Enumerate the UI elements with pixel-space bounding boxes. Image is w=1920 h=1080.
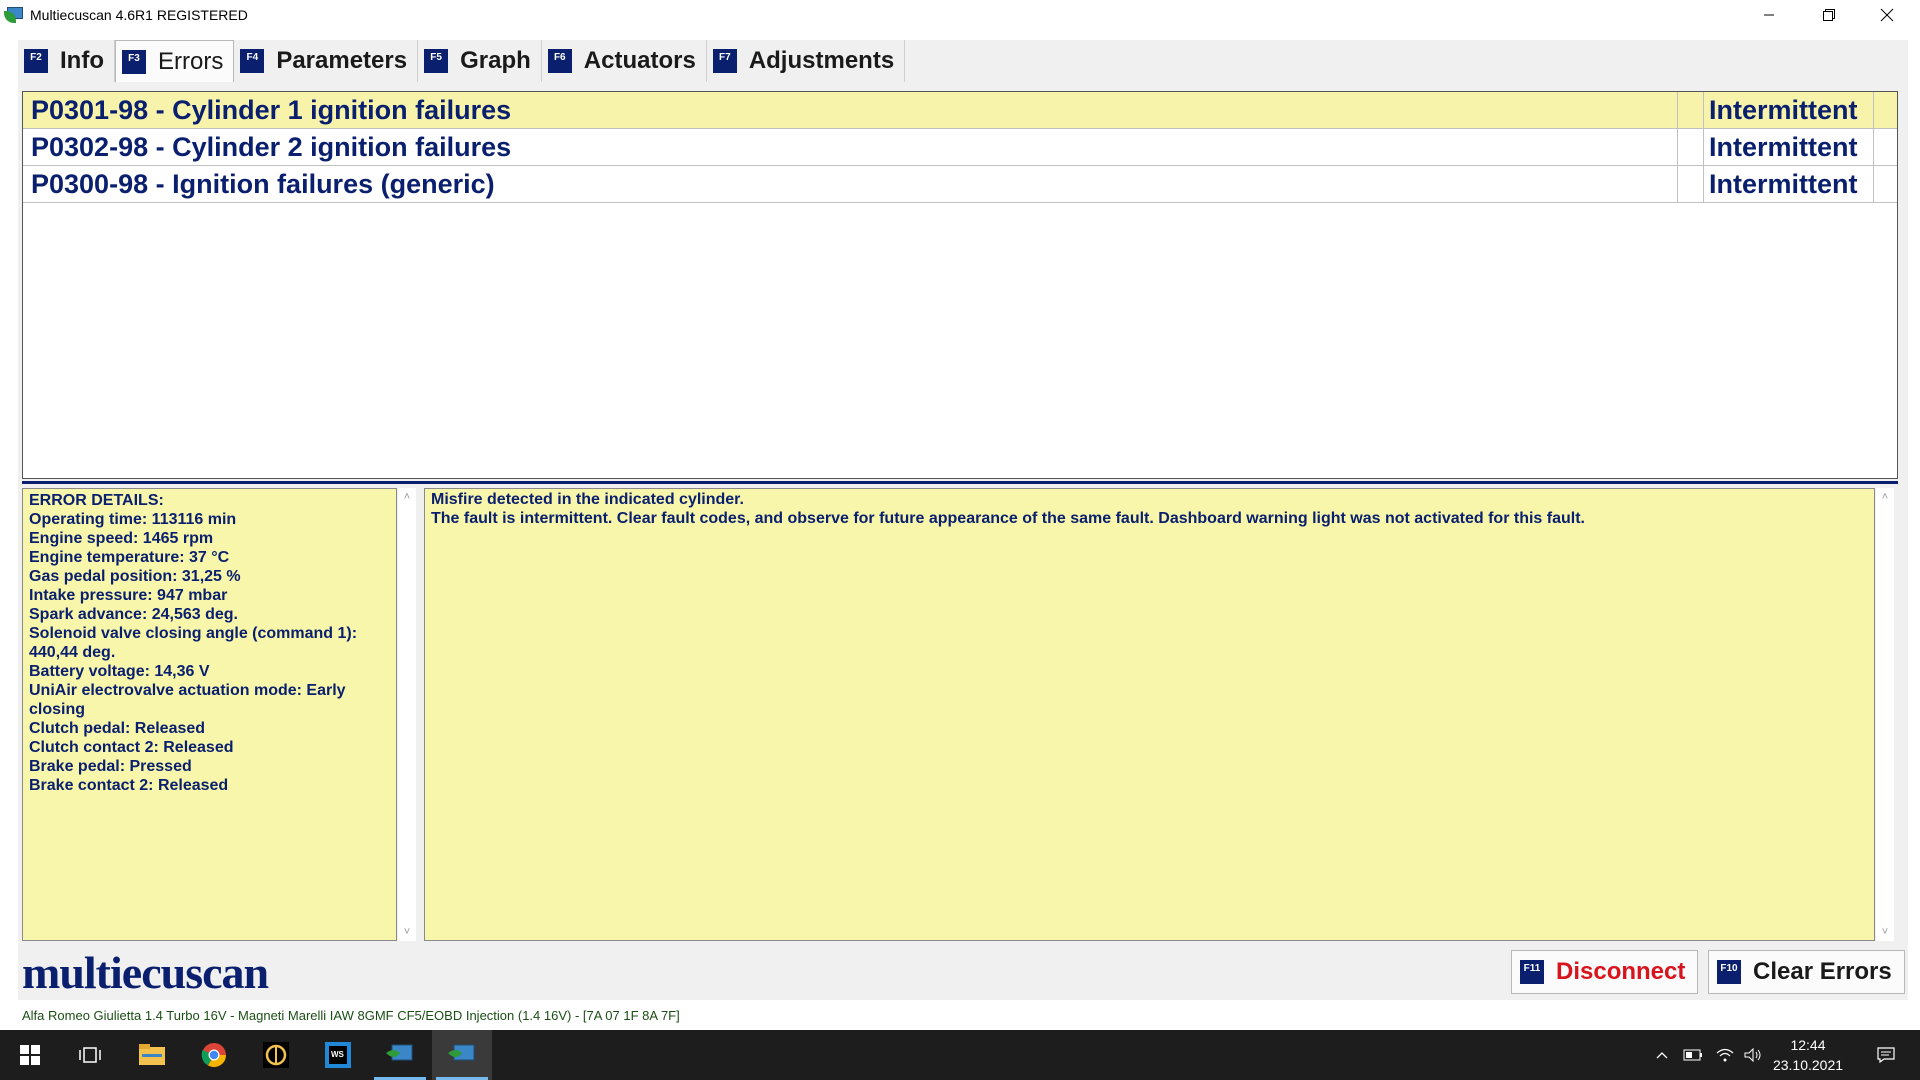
notification-icon[interactable] xyxy=(1866,1030,1906,1080)
panel-divider xyxy=(22,481,1898,484)
error-status: Intermittent xyxy=(1709,131,1858,162)
tab-info[interactable]: F2 Info xyxy=(18,40,115,82)
error-row[interactable]: P0301-98 - Cylinder 1 ignition failures … xyxy=(23,92,1897,129)
detail-line: Intake pressure: 947 mbar xyxy=(29,587,228,604)
app-icon[interactable] xyxy=(246,1030,306,1080)
detail-line: Brake contact 2: Released xyxy=(29,777,229,794)
tab-adjustments[interactable]: F7 Adjustments xyxy=(707,40,906,82)
f10-key-icon: F10 xyxy=(1717,960,1741,984)
tab-label: Parameters xyxy=(276,47,408,74)
battery-icon[interactable] xyxy=(1680,1030,1706,1080)
webstorm-icon[interactable]: WS xyxy=(308,1030,368,1080)
error-list: P0301-98 - Cylinder 1 ignition failures … xyxy=(22,91,1898,479)
column-divider xyxy=(1677,92,1678,128)
clear-errors-button[interactable]: F10 Clear Errors xyxy=(1708,950,1905,994)
detail-line: closing xyxy=(29,701,86,718)
detail-line: Battery voltage: 14,36 V xyxy=(29,663,210,680)
column-divider xyxy=(1677,129,1678,165)
tab-bar: F2 Info F3 Errors F4 Parameters F5 Graph… xyxy=(18,40,906,82)
close-icon[interactable] xyxy=(1858,0,1916,30)
details-header: ERROR DETAILS: xyxy=(29,492,164,509)
scroll-down-icon[interactable]: ˅ xyxy=(1876,923,1894,941)
error-row[interactable]: P0302-98 - Cylinder 2 ignition failures … xyxy=(23,129,1897,166)
description-scrollbar[interactable]: ˄ ˅ xyxy=(1876,488,1894,941)
f3-key-icon: F3 xyxy=(121,49,146,74)
clear-errors-label: Clear Errors xyxy=(1753,958,1892,985)
scroll-up-icon[interactable]: ˄ xyxy=(398,488,416,506)
error-code: P0300-98 - Ignition failures (generic) xyxy=(31,168,495,199)
restore-icon[interactable] xyxy=(1800,0,1858,30)
error-code: P0301-98 - Cylinder 1 ignition failures xyxy=(31,94,512,125)
detail-line: Gas pedal position: 31,25 % xyxy=(29,568,241,585)
detail-line: Engine speed: 1465 rpm xyxy=(29,530,214,547)
scroll-down-icon[interactable]: ˅ xyxy=(398,923,416,941)
tab-label: Actuators xyxy=(583,47,696,74)
clock-date: 23.10.2021 xyxy=(1772,1057,1844,1073)
wifi-icon[interactable] xyxy=(1712,1030,1738,1080)
column-divider xyxy=(1677,166,1678,202)
detail-line: Operating time: 113116 min xyxy=(29,511,237,528)
f7-key-icon: F7 xyxy=(712,49,737,73)
tab-parameters[interactable]: F4 Parameters xyxy=(234,40,419,82)
column-divider xyxy=(1873,166,1874,202)
tab-actuators[interactable]: F6 Actuators xyxy=(542,40,707,82)
tab-label: Errors xyxy=(157,47,224,75)
window-title: Multiecuscan 4.6R1 REGISTERED xyxy=(30,7,248,23)
details-scrollbar[interactable]: ˄ ˅ xyxy=(398,488,416,941)
tab-graph[interactable]: F5 Graph xyxy=(418,40,542,82)
detail-line: Spark advance: 24,563 deg. xyxy=(29,606,238,623)
vehicle-status-bar: Alfa Romeo Giulietta 1.4 Turbo 16V - Mag… xyxy=(22,1008,680,1023)
error-details-panel[interactable]: ERROR DETAILS: Operating time: 113116 mi… xyxy=(22,488,397,941)
f2-key-icon: F2 xyxy=(24,49,48,73)
file-explorer-icon[interactable] xyxy=(122,1030,182,1080)
detail-line: Clutch contact 2: Released xyxy=(29,739,234,756)
f11-key-icon: F11 xyxy=(1520,960,1544,984)
detail-line: Brake pedal: Pressed xyxy=(29,758,192,775)
column-divider xyxy=(1873,92,1874,128)
detail-line: Clutch pedal: Released xyxy=(29,720,206,737)
error-description-panel[interactable]: Misfire detected in the indicated cylind… xyxy=(424,488,1875,941)
column-divider xyxy=(1873,129,1874,165)
detail-line: UniAir electrovalve actuation mode: Earl… xyxy=(29,682,346,699)
f5-key-icon: F5 xyxy=(424,49,449,73)
tab-label: Info xyxy=(60,47,104,74)
chevron-up-icon[interactable] xyxy=(1650,1030,1674,1080)
multiecuscan-icon[interactable] xyxy=(370,1030,430,1080)
tab-label: Adjustments xyxy=(748,47,895,74)
detail-line: Solenoid valve closing angle (command 1)… xyxy=(29,625,358,642)
multiecuscan-icon[interactable] xyxy=(432,1030,492,1080)
description-line: The fault is intermittent. Clear fault c… xyxy=(431,510,1585,527)
error-row[interactable]: P0300-98 - Ignition failures (generic) I… xyxy=(23,166,1897,203)
f4-key-icon: F4 xyxy=(240,49,265,73)
tab-errors[interactable]: F3 Errors xyxy=(114,40,235,82)
brand-logo: multiecuscan xyxy=(22,947,269,998)
windows-start-icon[interactable] xyxy=(0,1030,60,1080)
title-bar: Multiecuscan 4.6R1 REGISTERED xyxy=(0,0,1920,30)
f6-key-icon: F6 xyxy=(547,49,572,73)
task-view-icon[interactable] xyxy=(60,1030,120,1080)
clock-time: 12:44 xyxy=(1790,1037,1826,1053)
chrome-icon[interactable] xyxy=(184,1030,244,1080)
taskbar: WS 12:44 23.10.2021 xyxy=(0,1030,1920,1080)
tab-label: Graph xyxy=(460,47,531,74)
column-divider xyxy=(1703,129,1704,165)
error-status: Intermittent xyxy=(1709,168,1858,199)
multiecuscan-app-icon xyxy=(4,5,24,25)
disconnect-button[interactable]: F11 Disconnect xyxy=(1511,950,1699,994)
description-line: Misfire detected in the indicated cylind… xyxy=(431,491,744,508)
minimize-icon[interactable] xyxy=(1740,0,1798,30)
detail-line: 440,44 deg. xyxy=(29,644,116,661)
disconnect-label: Disconnect xyxy=(1556,958,1686,985)
detail-line: Engine temperature: 37 °C xyxy=(29,549,230,566)
column-divider xyxy=(1703,92,1704,128)
scroll-up-icon[interactable]: ˄ xyxy=(1876,488,1894,506)
error-status: Intermittent xyxy=(1709,94,1858,125)
error-code: P0302-98 - Cylinder 2 ignition failures xyxy=(31,131,512,162)
system-clock[interactable]: 12:44 23.10.2021 xyxy=(1748,1035,1868,1075)
svg-text:WS: WS xyxy=(331,1050,345,1059)
column-divider xyxy=(1703,166,1704,202)
